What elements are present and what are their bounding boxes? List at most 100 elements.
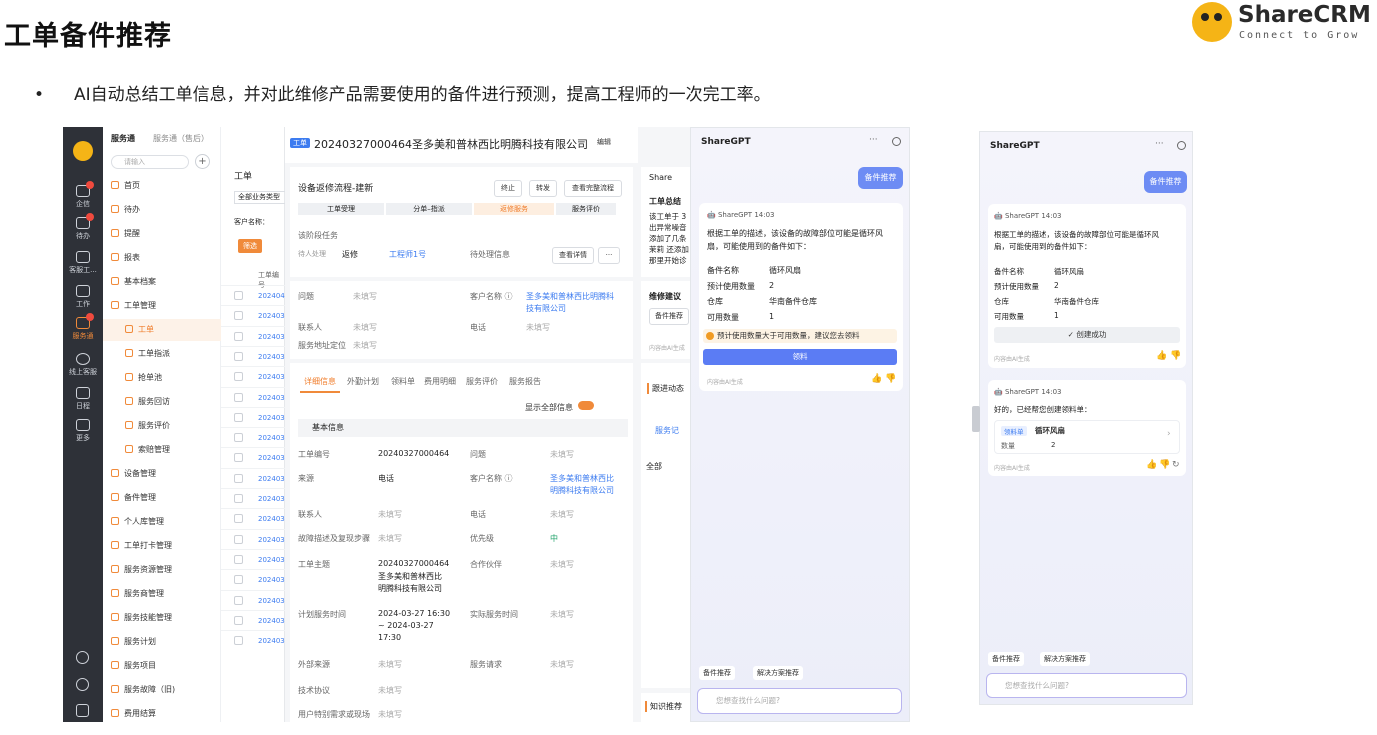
thumbs-down-icon[interactable]: 👎 xyxy=(1170,351,1181,361)
terminate-button[interactable]: 终止 xyxy=(494,180,522,197)
table-row[interactable]: 2024032 xyxy=(221,345,285,366)
thumbs-up-icon[interactable]: 👍 xyxy=(1156,351,1167,361)
row-checkbox[interactable] xyxy=(234,291,243,300)
ticket-id[interactable]: 2024032 xyxy=(258,495,285,503)
rail-item-more[interactable]: 更多 xyxy=(63,419,103,443)
ticket-id[interactable]: 2024032 xyxy=(258,576,285,584)
table-row[interactable]: 2024032 xyxy=(221,508,285,528)
ticket-id[interactable]: 2024032 xyxy=(258,536,285,544)
row-checkbox[interactable] xyxy=(234,534,243,544)
menu-item[interactable]: 服务回访 xyxy=(103,391,221,413)
tab-ticket[interactable]: 工单 xyxy=(234,169,252,182)
table-row[interactable]: 2024032 xyxy=(221,406,285,427)
ticket-id[interactable]: 2024040 xyxy=(258,292,285,300)
detail-tab[interactable]: 领料单 xyxy=(391,376,415,387)
ticket-id[interactable]: 2024032 xyxy=(258,475,285,483)
row-checkbox[interactable] xyxy=(234,636,243,646)
ticket-id[interactable]: 2024032 xyxy=(258,353,285,361)
row-checkbox[interactable] xyxy=(234,494,243,503)
view-flow-button[interactable]: 查看完整流程 xyxy=(564,180,622,197)
menu-item[interactable]: 待办 xyxy=(103,199,221,221)
collapse-handle[interactable] xyxy=(972,406,980,432)
table-row[interactable]: 2024032 xyxy=(221,366,285,386)
menu-item[interactable]: 工单指派 xyxy=(103,343,221,365)
user-icon[interactable] xyxy=(76,704,89,717)
ticket-id[interactable]: 2024032 xyxy=(258,373,285,381)
chat-input[interactable]: 您想查找什么问题? xyxy=(986,673,1187,698)
avatar[interactable] xyxy=(73,141,93,161)
row-checkbox[interactable] xyxy=(234,433,243,443)
rail-item-todo[interactable]: 待办 xyxy=(63,217,103,241)
row-checkbox[interactable] xyxy=(234,392,243,402)
view-detail-button[interactable]: 查看详情 xyxy=(552,247,594,264)
table-row[interactable]: 2024032 xyxy=(221,589,285,610)
row-checkbox[interactable] xyxy=(234,453,243,463)
table-row[interactable]: 2024032 xyxy=(221,427,285,447)
rail-item-online[interactable]: 线上客服 xyxy=(63,353,103,377)
ticket-id[interactable]: 2024032 xyxy=(258,394,285,402)
ticket-id[interactable]: 2024032 xyxy=(258,333,285,341)
detail-tab[interactable]: 服务报告 xyxy=(509,376,541,387)
chip-parts[interactable]: 备件推荐 xyxy=(699,666,735,680)
table-row[interactable]: 2024032 xyxy=(221,609,285,630)
rail-item-chat[interactable]: 企信 xyxy=(63,185,103,209)
table-row[interactable]: 2024032 xyxy=(221,325,285,346)
forward-button[interactable]: 转发 xyxy=(529,180,557,197)
edit-button[interactable]: 编辑 xyxy=(588,135,620,150)
row-checkbox[interactable] xyxy=(234,575,243,585)
engineer-link[interactable]: 工程师1号 xyxy=(389,249,426,260)
show-all-toggle[interactable] xyxy=(578,401,594,410)
clock-icon[interactable] xyxy=(76,678,89,691)
ticket-id[interactable]: 2024032 xyxy=(258,556,285,564)
table-row[interactable]: 2024032 xyxy=(221,386,285,407)
menu-item[interactable]: 费用结算 xyxy=(103,703,221,725)
thumbs-down-icon[interactable]: 👎 xyxy=(885,374,896,384)
menu-item[interactable]: 索赔管理 xyxy=(103,439,221,461)
menu-item[interactable]: 服务计划 xyxy=(103,631,221,653)
thumbs-up-icon[interactable]: 👍 xyxy=(871,374,882,384)
menu-item[interactable]: 工单 xyxy=(103,319,221,341)
ticket-id[interactable]: 2024032 xyxy=(258,312,285,320)
row-checkbox[interactable] xyxy=(234,473,243,483)
table-row[interactable]: 2024032 xyxy=(221,488,285,508)
chat-input[interactable]: 您想查找什么问题? xyxy=(697,688,902,714)
parts-suggest-button[interactable]: 备件推荐 xyxy=(649,308,689,325)
ticket-id[interactable]: 2024032 xyxy=(258,637,285,645)
thumbs-down-icon[interactable]: 👎 xyxy=(1159,460,1170,470)
row-checkbox[interactable] xyxy=(234,554,243,564)
field-value[interactable]: 圣多美和普林西比 xyxy=(550,473,614,484)
refresh-icon[interactable]: ↻ xyxy=(1172,460,1180,470)
chip-parts[interactable]: 备件推荐 xyxy=(988,652,1024,666)
filter-button[interactable]: 筛选 xyxy=(238,239,262,253)
row-checkbox[interactable] xyxy=(234,311,243,321)
menu-item[interactable]: 服务项目 xyxy=(103,655,221,677)
table-row[interactable]: 2024032 xyxy=(221,548,285,569)
table-row[interactable]: 2024032 xyxy=(221,467,285,488)
help-icon[interactable] xyxy=(76,651,89,664)
table-row[interactable]: 2024032 xyxy=(221,305,285,325)
add-icon[interactable]: + xyxy=(195,154,210,169)
customer-link-line2[interactable]: 明腾科技有限公司 xyxy=(550,485,614,496)
table-row[interactable]: 2024032 xyxy=(221,447,285,467)
table-row[interactable]: 2024032 xyxy=(221,569,285,589)
menu-item[interactable]: 工单打卡管理 xyxy=(103,535,221,557)
table-row[interactable]: 2024032 xyxy=(221,630,285,650)
ticket-id[interactable]: 2024032 xyxy=(258,515,285,523)
menu-search-input[interactable]: 请输入 xyxy=(111,155,189,169)
row-checkbox[interactable] xyxy=(234,331,243,341)
detail-tab[interactable]: 外勤计划 xyxy=(347,376,379,387)
rail-item-fuwutong[interactable]: 服务通 xyxy=(63,317,103,341)
menu-item[interactable]: 提醒 xyxy=(103,223,221,245)
customer-link[interactable]: 圣多美和普林西比明腾科 xyxy=(526,291,614,302)
detail-tab[interactable]: 服务评价 xyxy=(466,376,498,387)
all-filter[interactable]: 全部 xyxy=(646,461,662,472)
more-button[interactable]: ··· xyxy=(598,247,620,264)
section-header[interactable]: 基本信息 xyxy=(298,419,628,437)
ticket-id[interactable]: 2024032 xyxy=(258,617,285,625)
menu-item[interactable]: 抢单池 xyxy=(103,367,221,389)
rail-item-calendar[interactable]: 日程 xyxy=(63,387,103,411)
menu-item[interactable]: 服务评价 xyxy=(103,415,221,437)
ticket-id[interactable]: 2024032 xyxy=(258,597,285,605)
menu-item[interactable]: 首页 xyxy=(103,175,221,197)
row-checkbox[interactable] xyxy=(234,412,243,422)
